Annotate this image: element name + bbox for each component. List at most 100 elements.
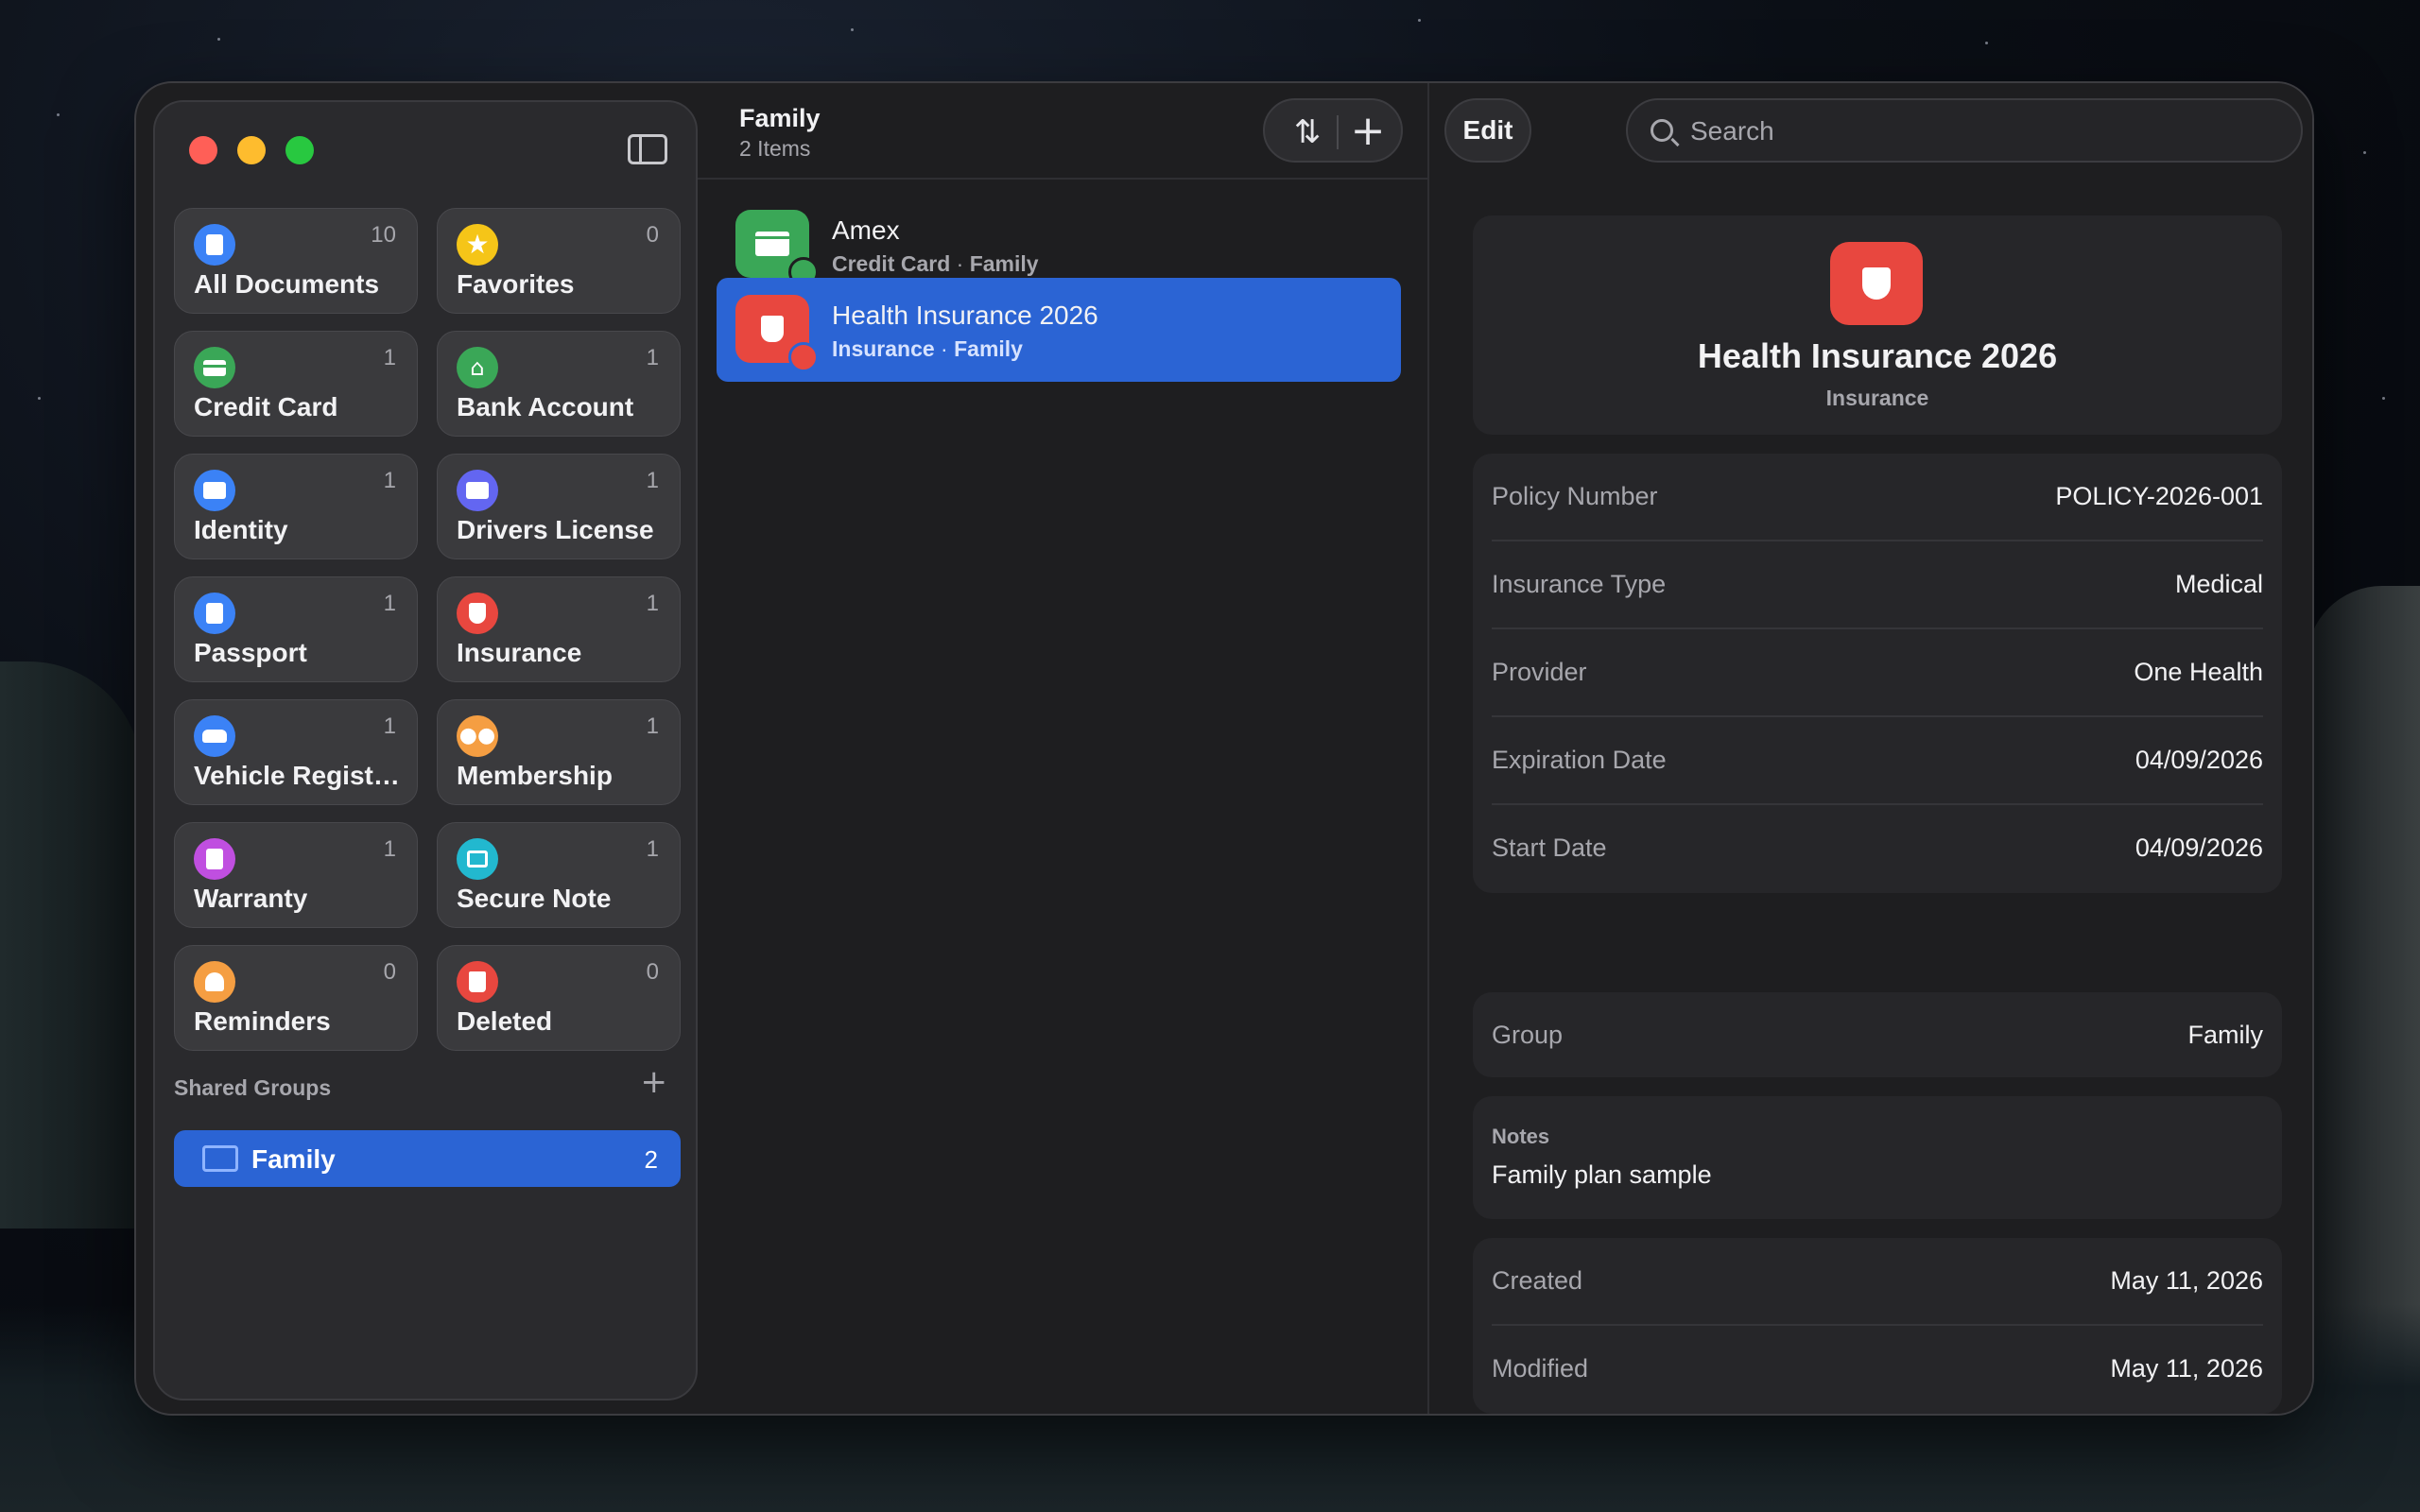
category-label: Favorites xyxy=(457,269,575,299)
field-label: Created xyxy=(1492,1266,1583,1295)
field-row: Insurance Type Medical xyxy=(1492,541,2263,629)
category-reminders[interactable]: 0 Reminders xyxy=(174,945,418,1051)
category-label: Credit Card xyxy=(194,392,338,421)
category-label: All Documents xyxy=(194,269,380,299)
list-toolbar: ⇅ + xyxy=(1263,98,1403,163)
category-identity[interactable]: 1 Identity xyxy=(174,454,418,559)
category-count: 0 xyxy=(646,222,659,248)
category-all-documents[interactable]: 10 All Documents xyxy=(174,208,418,314)
field-row: Created May 11, 2026 xyxy=(1492,1238,2263,1326)
category-favorites[interactable]: ★ 0 Favorites xyxy=(437,208,681,314)
shield-icon xyxy=(457,593,498,634)
list-item-count: 2 Items xyxy=(739,136,811,161)
notes-value[interactable]: Family plan sample xyxy=(1492,1160,1712,1190)
detail-pane: Edit Health Insurance 2026 Insurance Pol… xyxy=(1429,83,2312,1414)
zoom-window-button[interactable] xyxy=(285,136,314,164)
item-name: Health Insurance 2026 xyxy=(832,301,1098,330)
category-count: 10 xyxy=(371,222,396,248)
category-label: Membership xyxy=(457,761,613,790)
item-list-pane: Family 2 Items ⇅ + Amex Credit Card · Fa… xyxy=(698,83,1427,1414)
category-warranty[interactable]: 1 Warranty xyxy=(174,822,418,928)
notes-label: Notes xyxy=(1492,1125,1550,1148)
passport-icon xyxy=(194,593,235,634)
document-icon xyxy=(194,224,235,266)
category-count: 1 xyxy=(646,591,659,616)
field-value[interactable]: Family xyxy=(2188,1021,2264,1050)
item-type: Credit Card xyxy=(832,251,951,276)
field-value[interactable]: One Health xyxy=(2134,658,2263,687)
star-decoration xyxy=(217,38,220,41)
category-label: Identity xyxy=(194,515,288,544)
field-value[interactable]: 04/09/2026 xyxy=(2135,833,2263,863)
minimize-window-button[interactable] xyxy=(237,136,266,164)
list-title: Family xyxy=(739,104,821,132)
category-label: Reminders xyxy=(194,1006,331,1036)
toolbar-divider xyxy=(1337,115,1339,149)
field-row: Provider One Health xyxy=(1492,629,2263,717)
detail-group-card: Group Family xyxy=(1473,992,2282,1077)
star-icon: ★ xyxy=(457,224,498,266)
people-icon: ●● xyxy=(457,715,498,757)
item-meta: Credit Card · Family xyxy=(832,251,1039,276)
field-value[interactable]: POLICY-2026-001 xyxy=(2055,482,2263,511)
category-count: 1 xyxy=(383,836,396,862)
group-count: 2 xyxy=(644,1145,658,1174)
category-count: 1 xyxy=(383,345,396,370)
field-value[interactable]: Medical xyxy=(2175,570,2263,599)
category-drivers-license[interactable]: 1 Drivers License xyxy=(437,454,681,559)
add-group-button[interactable]: + xyxy=(641,1066,668,1098)
category-passport[interactable]: 1 Passport xyxy=(174,576,418,682)
category-count: 1 xyxy=(646,345,659,370)
folder-icon xyxy=(202,1145,238,1172)
field-value[interactable]: 04/09/2026 xyxy=(2135,746,2263,775)
category-deleted[interactable]: 0 Deleted xyxy=(437,945,681,1051)
category-secure-note[interactable]: 1 Secure Note xyxy=(437,822,681,928)
category-count: 1 xyxy=(646,836,659,862)
category-label: Vehicle Registration xyxy=(194,761,404,790)
group-name: Family xyxy=(251,1144,336,1174)
category-credit-card[interactable]: 1 Credit Card xyxy=(174,331,418,437)
sort-icon[interactable]: ⇅ xyxy=(1284,112,1331,153)
category-membership[interactable]: ●● 1 Membership xyxy=(437,699,681,805)
warranty-icon xyxy=(194,838,235,880)
detail-fields-card: Policy Number POLICY-2026-001 Insurance … xyxy=(1473,454,2282,893)
field-value: May 11, 2026 xyxy=(2110,1354,2263,1383)
detail-notes-card: Notes Family plan sample xyxy=(1473,1096,2282,1219)
search-box xyxy=(1626,98,2303,163)
category-count: 1 xyxy=(646,468,659,493)
category-label: Bank Account xyxy=(457,392,634,421)
category-label: Warranty xyxy=(194,884,308,913)
category-insurance[interactable]: 1 Insurance xyxy=(437,576,681,682)
list-header: Family 2 Items ⇅ + xyxy=(698,83,1427,180)
note-icon xyxy=(457,838,498,880)
field-row: Expiration Date 04/09/2026 xyxy=(1492,717,2263,805)
item-meta: Insurance · Family xyxy=(832,336,1023,361)
detail-header-card: Health Insurance 2026 Insurance xyxy=(1473,215,2282,435)
category-label: Deleted xyxy=(457,1006,553,1036)
category-bank-account[interactable]: ⌂ 1 Bank Account xyxy=(437,331,681,437)
license-icon xyxy=(457,470,498,511)
window-controls xyxy=(189,136,314,164)
field-row: Modified May 11, 2026 xyxy=(1492,1326,2263,1414)
search-input[interactable] xyxy=(1690,110,2276,153)
id-card-icon xyxy=(194,470,235,511)
close-window-button[interactable] xyxy=(189,136,217,164)
shared-groups-heading: Shared Groups xyxy=(174,1075,332,1100)
add-item-button[interactable]: + xyxy=(1344,110,1392,153)
field-label: Provider xyxy=(1492,658,1587,686)
field-row: Group Family xyxy=(1492,992,2263,1077)
sidebar-group-family[interactable]: Family 2 xyxy=(174,1130,681,1187)
category-count: 1 xyxy=(383,468,396,493)
star-decoration xyxy=(57,113,60,116)
field-row: Policy Number POLICY-2026-001 xyxy=(1492,454,2263,541)
field-value: May 11, 2026 xyxy=(2110,1266,2263,1295)
list-item[interactable]: Health Insurance 2026 Insurance · Family xyxy=(717,278,1401,382)
field-label: Expiration Date xyxy=(1492,746,1667,774)
category-vehicle-registration[interactable]: 1 Vehicle Registration xyxy=(174,699,418,805)
bell-icon xyxy=(194,961,235,1003)
bank-icon: ⌂ xyxy=(457,347,498,388)
field-row: Start Date 04/09/2026 xyxy=(1492,805,2263,893)
edit-button[interactable]: Edit xyxy=(1444,98,1531,163)
star-decoration xyxy=(38,397,41,400)
sidebar-toggle-icon[interactable] xyxy=(628,134,667,164)
